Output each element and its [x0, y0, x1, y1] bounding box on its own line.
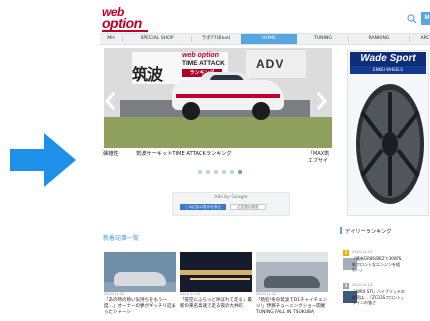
hero-badge-brand: web option [182, 52, 219, 59]
ranking-title-marker [340, 227, 342, 234]
hero-badge-kanji: 筑波 [132, 65, 163, 84]
article-thumbnail[interactable] [104, 252, 176, 292]
ranking-date: 2024.11.25 [352, 250, 373, 254]
nav-item-special-shop[interactable]: SPECIAL SHOP [123, 34, 191, 44]
rank-badge: 1 [343, 250, 349, 256]
search-icon[interactable] [407, 14, 417, 24]
carousel-dot[interactable] [230, 170, 234, 174]
carousel-dot-active[interactable] [238, 170, 242, 174]
article-date: 2024.11.25 [104, 292, 125, 296]
carousel-dot[interactable] [214, 170, 218, 174]
hero-car-stripe [176, 94, 280, 98]
hero-trackside-sign: ADV [246, 50, 306, 78]
thumbnail-tent [256, 252, 328, 262]
forward-arrow-icon [10, 133, 76, 187]
carousel-prev-icon[interactable] [104, 90, 118, 112]
nav-item-mh[interactable]: MH [100, 34, 122, 44]
thumbnail-lights [180, 270, 252, 275]
ad-settings-button[interactable]: 広告表示設定 [230, 204, 266, 210]
hero-car-wheel [182, 102, 200, 120]
section-title-new-articles: 新着記事一覧 [103, 235, 140, 242]
hero-badge-title: TIME ATTACK [182, 60, 225, 67]
prev-slide-caption[interactable]: 弾雄性 [103, 150, 119, 157]
main-nav: MH SPECIAL SHOP ラボ77(Blue) HOME TUNING R… [100, 33, 430, 45]
next-slide-caption[interactable]: 「MAX筑 [308, 150, 329, 157]
ranking-text[interactable]: 「最新GR86/BRZで300PS、低フロントなエンジンを組む…」 [352, 256, 406, 273]
nav-item-ranking[interactable]: RANKING [349, 34, 409, 44]
carousel-dot[interactable] [222, 170, 226, 174]
hero-grass [104, 117, 332, 148]
carousel-pagination [198, 170, 268, 176]
article-thumbnail[interactable] [256, 252, 328, 292]
wheel-ad-brand: Wade Sport [350, 52, 426, 66]
thumbnail-car [264, 276, 320, 288]
ranking-date: 2024.11.24 [352, 283, 373, 287]
article-thumbnail[interactable] [180, 252, 252, 292]
next-slide-caption-line2[interactable]: エブサイ [308, 157, 328, 164]
logo-word-option: option [102, 15, 142, 31]
article-title[interactable]: 「熱狂!冬の筑波でD1チャイチェンジ!」伊那チューニングショー開催TUNING … [256, 298, 330, 316]
article-title[interactable]: 「夜空にふらっと呼ばれて走る」最新の東名高速で走る夜の大井町 [180, 298, 254, 310]
carousel-dot[interactable] [206, 170, 210, 174]
carousel-dot[interactable] [198, 170, 202, 174]
article-date: 2024.11.25 [180, 292, 201, 296]
thumbnail-lights [190, 278, 250, 280]
hero-car-wheel [252, 102, 270, 120]
stop-ad-button[interactable]: この広告の表示を停止 [180, 204, 226, 210]
logo-underline [102, 30, 148, 32]
thumbnail-car [114, 272, 166, 286]
nav-item-arc[interactable]: ARC [410, 34, 430, 44]
ranking-title: デイリーランキング [345, 229, 392, 235]
ad-label: Ads by Google [214, 195, 248, 200]
nav-item-labo[interactable]: ラボ77(Blue) [192, 34, 240, 44]
site-logo[interactable]: web option [102, 5, 148, 32]
wheel-image [356, 84, 424, 204]
nav-item-home[interactable]: HOME [241, 34, 297, 44]
wheel-ad-subtitle: ENKEI WHEELS [350, 66, 426, 74]
carousel-next-icon[interactable] [314, 90, 328, 112]
nav-item-tuning[interactable]: TUNING [298, 34, 348, 44]
hero-caption[interactable]: 筑波サーキットTIME ATTACKランキング [136, 150, 232, 157]
article-date: 2024.11.25 [256, 292, 277, 296]
article-title[interactable]: 「あの時の熱い気持ちをもう一度…」オーナーの夢がギッチリ詰まったシャーシ [104, 298, 178, 316]
rank-badge: 2 [343, 283, 349, 289]
menu-button[interactable]: M [421, 12, 430, 25]
ranking-text[interactable]: 「WRX STI」ハイブリッドの秘密は…「ZC33Sフロント」ラインの強さ [352, 289, 406, 306]
